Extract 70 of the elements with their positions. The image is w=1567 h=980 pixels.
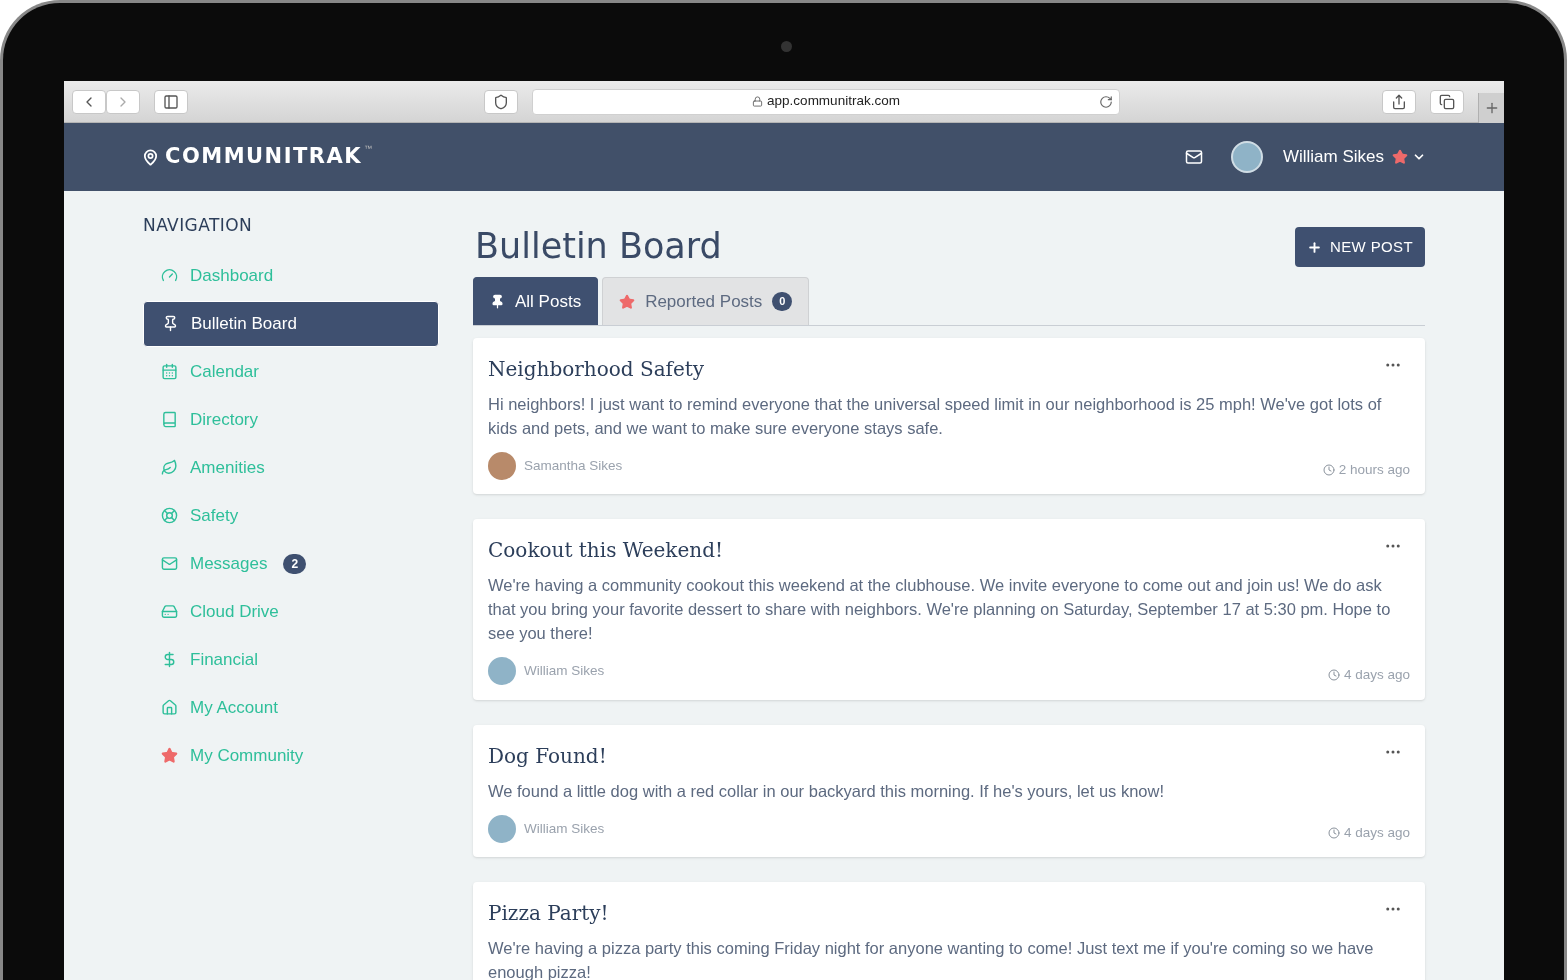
address-bar[interactable]: app.communitrak.com [532,88,1120,115]
reload-icon[interactable] [1099,94,1113,109]
post-author: William Sikes [524,819,605,838]
clock-icon [1322,464,1335,477]
nav-item[interactable]: Dashboard [143,252,439,299]
home-icon [161,699,178,716]
share-icon [1391,93,1407,110]
tabs-button[interactable] [1430,89,1464,114]
clock-icon [1327,669,1340,682]
star-icon [1392,149,1408,165]
nav-item[interactable]: My Community [143,732,439,779]
post-title: Pizza Party! [488,899,609,927]
nav-item[interactable]: Financial [143,636,439,683]
shield-button[interactable] [484,89,518,114]
mail-icon[interactable] [1184,148,1203,166]
tab[interactable]: All Posts [473,277,599,325]
pin-icon [490,294,505,309]
avatar [488,814,516,843]
nav-item[interactable]: Cloud Drive [143,588,439,635]
gauge-icon [161,267,178,284]
envelope-icon [161,555,178,572]
count-badge: 2 [283,553,307,574]
post-title: Dog Found! [488,742,607,770]
new-tab-button[interactable] [1478,92,1504,123]
drive-icon [161,603,178,620]
post-title: Neighborhood Safety [488,356,705,383]
nav-item[interactable]: Bulletin Board [143,300,439,347]
clock-icon [1327,826,1340,839]
avatar [488,657,516,686]
map-pin-icon [142,148,159,166]
nav-item[interactable]: My Account [143,684,439,731]
sidebar-icon [163,93,179,110]
post-body: We're having a community cookout this weekend at the clubhouse. We invite everyone to come out and join us! We do ask that you bring your favorite dessert to share with neighbors. We're planning on Saturday, September 17 at 5:30 pm. Hope to see you there! [488,575,1392,645]
post-time: 2 hours ago [1338,461,1410,479]
page-title: Bulletin Board [474,225,722,267]
post-time: 4 days ago [1343,666,1410,685]
nav-item[interactable]: Messages 2 [143,540,439,587]
post-author: Samantha Sikes [524,457,623,475]
user-name[interactable]: William Sikes [1282,144,1384,170]
star-icon [161,747,178,764]
user-avatar[interactable] [1230,141,1263,173]
sidebar-button[interactable] [154,89,188,114]
post-body: We found a little dog with a red collar in our backyard this morning. If he's yours, let us know! [488,780,1165,802]
post-body: Hi neighbors! I just want to remind everyone that the universal speed limit in our neighborhood is 25 mph! We've got lots of kids and pets, and we want to make sure everyone stays safe. [488,394,1383,439]
trademark: ™ [364,143,373,155]
book-icon [161,411,178,428]
nav-item[interactable]: Directory [143,396,439,443]
navigation-heading: NAVIGATION [143,214,254,237]
calendar-icon [161,363,178,380]
star-icon [619,293,636,310]
logo[interactable]: COMMUNITRAK [165,141,363,173]
nav-item[interactable]: Amenities [143,444,439,491]
plus-icon [1307,239,1322,255]
pin-icon [162,315,179,332]
nav-item[interactable]: Safety [143,492,439,539]
camera-icon [781,41,792,52]
nav-item[interactable]: Calendar [143,348,439,395]
leaf-icon [161,459,178,476]
shield-icon [493,93,509,110]
post-title: Cookout this Weekend! [488,537,724,565]
tabs-icon [1439,93,1455,110]
avatar [488,452,516,481]
post-time: 4 days ago [1343,823,1410,842]
share-button[interactable] [1382,89,1416,114]
count-badge: 0 [772,292,793,311]
new-post-button[interactable]: NEW POST [1295,227,1425,267]
post-author: William Sikes [524,662,605,681]
lifebuoy-icon [161,507,178,524]
lock-icon [752,96,764,107]
tab[interactable]: Reported Posts 0 [602,277,810,325]
